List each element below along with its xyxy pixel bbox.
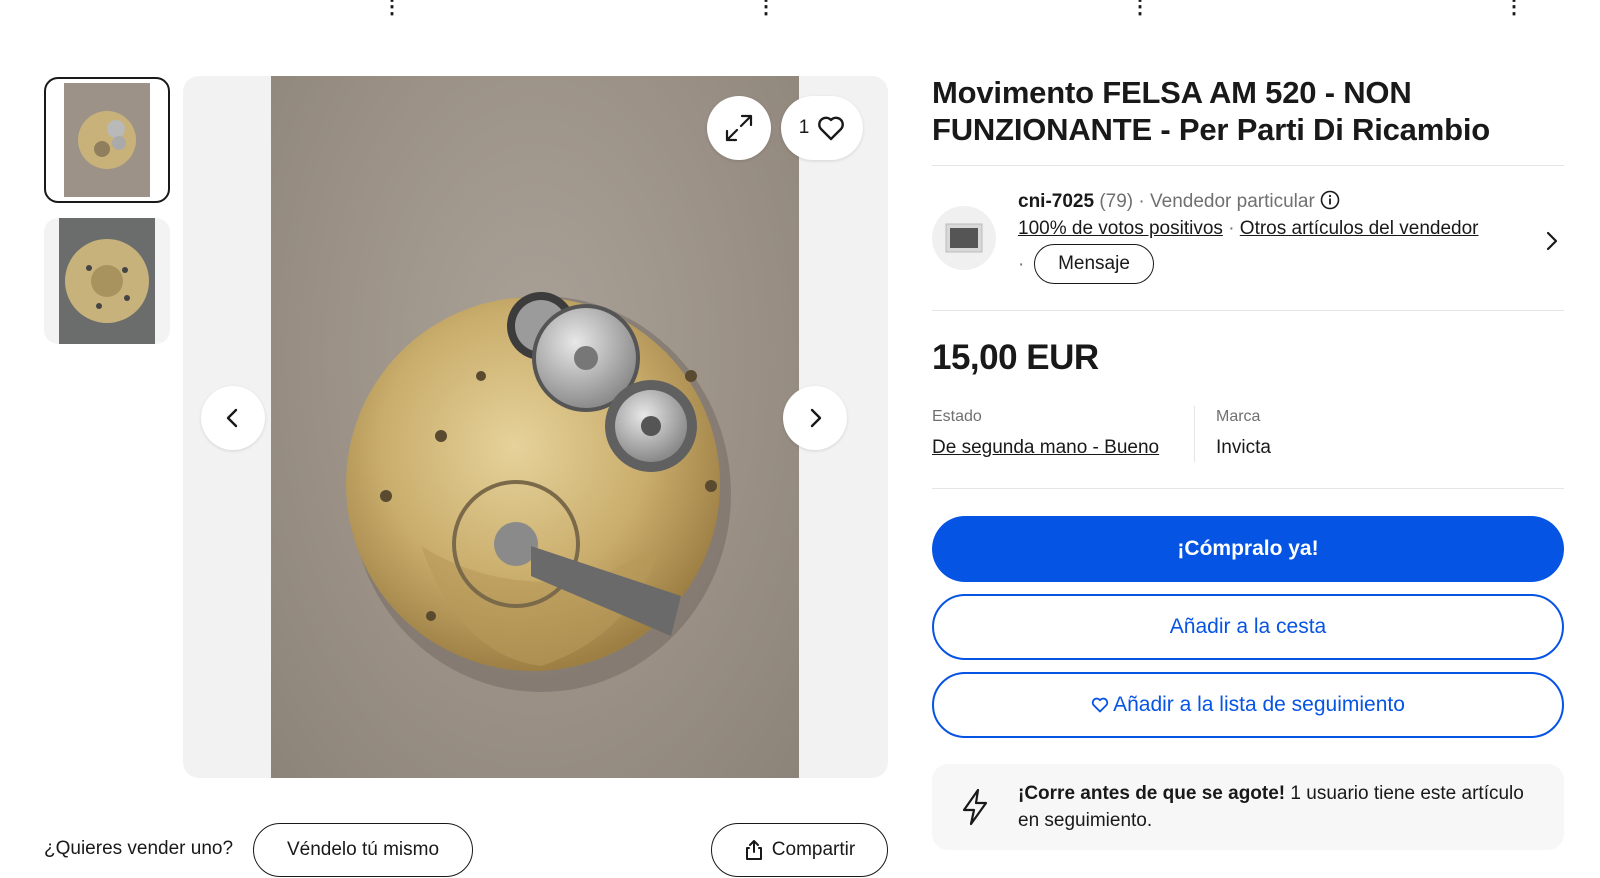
feedback-link[interactable]: 100% de votos positivos — [1018, 218, 1223, 239]
sell-question: ¿Quieres vender uno? — [44, 838, 234, 859]
thumbnail-1[interactable] — [44, 77, 170, 203]
separator: · — [1228, 218, 1235, 239]
expand-image-button[interactable] — [707, 96, 771, 160]
urgency-notice: ¡Corre antes de que se agote! 1 usuario … — [932, 764, 1564, 850]
image-gallery: 1 — [183, 76, 888, 778]
seller-score: (79) — [1099, 191, 1134, 212]
seller-store-icon — [945, 223, 983, 253]
chevron-right-icon[interactable] — [1544, 230, 1560, 252]
thumbnail-2[interactable] — [44, 218, 170, 344]
next-image-button[interactable] — [783, 386, 847, 450]
more-options-icon[interactable]: ⋮ — [1504, 0, 1524, 17]
add-to-watchlist-button[interactable]: Añadir a la lista de seguimiento — [932, 672, 1564, 738]
share-label: Compartir — [771, 839, 856, 860]
message-button[interactable]: Mensaje — [1034, 244, 1154, 284]
seller-name[interactable]: cni-7025 — [1018, 191, 1094, 212]
more-options-icon[interactable]: ⋮ — [382, 0, 402, 17]
previous-image-button[interactable] — [201, 386, 265, 450]
lightning-icon — [962, 788, 988, 826]
share-button[interactable]: Compartir — [711, 823, 888, 877]
item-title: Movimento FELSA AM 520 - NON FUNZIONANTE… — [932, 75, 1490, 147]
sell-yourself-button[interactable]: Véndelo tú mismo — [253, 823, 473, 877]
condition-value[interactable]: De segunda mano - Bueno — [932, 437, 1159, 459]
chevron-left-icon — [226, 408, 238, 428]
chevron-right-icon — [810, 408, 822, 428]
attribute-divider — [1194, 406, 1195, 462]
watch-movement-thumbnail — [64, 83, 150, 197]
other-items-link[interactable]: Otros artículos del vendedor — [1240, 218, 1479, 239]
more-options-icon[interactable]: ⋮ — [1130, 0, 1150, 17]
brand-label: Marca — [1216, 408, 1261, 425]
seller-type: Vendedor particular — [1150, 191, 1315, 212]
brand-value: Invicta — [1216, 437, 1271, 458]
share-icon — [745, 840, 762, 860]
expand-icon — [725, 114, 753, 142]
add-to-cart-button[interactable]: Añadir a la cesta — [932, 594, 1564, 660]
main-product-image[interactable] — [271, 76, 799, 778]
seller-avatar[interactable] — [932, 206, 996, 270]
watchlist-label: Añadir a la lista de seguimiento — [1113, 693, 1405, 716]
separator: · — [1138, 191, 1145, 212]
notice-text: ¡Corre antes de que se agote! 1 usuario … — [1018, 780, 1548, 834]
condition-label: Estado — [932, 408, 982, 425]
watch-movement-thumbnail — [59, 218, 155, 344]
more-options-icon[interactable]: ⋮ — [756, 0, 776, 17]
separator: · — [1018, 254, 1025, 275]
buy-now-button[interactable]: ¡Cómpralo ya! — [932, 516, 1564, 582]
watch-count: 1 — [798, 117, 810, 138]
info-icon[interactable] — [1320, 190, 1340, 210]
divider — [932, 488, 1564, 489]
price: 15,00 EUR — [932, 338, 1099, 377]
heart-icon — [1091, 697, 1109, 713]
watch-button[interactable]: 1 — [781, 96, 863, 160]
divider — [932, 165, 1564, 166]
notice-bold: ¡Corre antes de que se agote! — [1018, 783, 1286, 804]
heart-icon — [818, 116, 845, 141]
divider — [932, 310, 1564, 311]
watch-movement-image — [346, 292, 731, 692]
